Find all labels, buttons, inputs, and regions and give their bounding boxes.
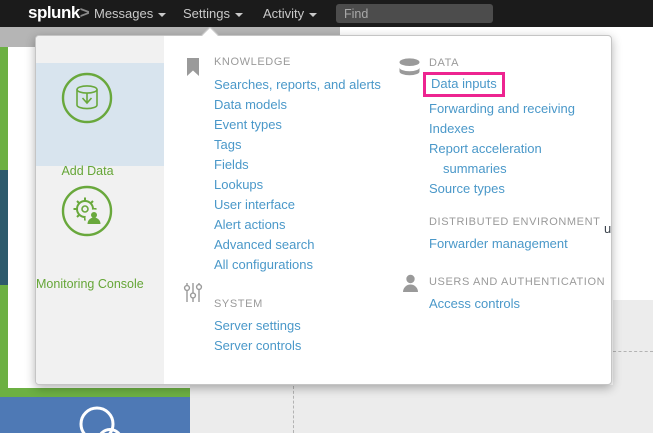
menu-settings[interactable]: Settings	[183, 6, 243, 21]
background-dropzone-bottom	[190, 385, 653, 433]
distributed-links: Forwarder management	[429, 234, 568, 254]
menu-item-event-types[interactable]: Event types	[214, 115, 381, 135]
menu-item-server-settings[interactable]: Server settings	[214, 316, 301, 336]
menu-item-indexes[interactable]: Indexes	[429, 119, 581, 139]
settings-dropdown-panel: Add Data	[35, 35, 612, 385]
menu-messages-label: Messages	[94, 6, 153, 21]
top-navigation-bar: splunk> Messages Settings Activity	[0, 0, 653, 27]
menu-item-forwarder-management[interactable]: Forwarder management	[429, 234, 568, 254]
background-dashed-divider-horizontal	[613, 351, 653, 352]
background-green-strip-bottom	[0, 285, 8, 388]
chevron-down-icon	[158, 13, 166, 17]
menu-settings-label: Settings	[183, 6, 230, 21]
background-green-strip-top	[0, 47, 8, 170]
menu-item-advanced-search[interactable]: Advanced search	[214, 235, 381, 255]
user-icon	[402, 274, 419, 293]
add-data-tile[interactable]: Add Data	[36, 63, 164, 166]
monitoring-console-tile[interactable]: Monitoring Console	[36, 176, 164, 281]
users-links: Access controls	[429, 294, 520, 314]
monitoring-console-icon	[61, 185, 113, 237]
splunk-logo[interactable]: splunk>	[28, 3, 89, 23]
section-title-knowledge: KNOWLEDGE	[214, 56, 291, 68]
menu-item-report-acceleration-summaries[interactable]: Report acceleration summaries	[429, 139, 581, 179]
sliders-icon	[183, 282, 203, 303]
chevron-down-icon	[309, 13, 317, 17]
menu-item-all-configurations[interactable]: All configurations	[214, 255, 381, 275]
menu-item-tags[interactable]: Tags	[214, 135, 381, 155]
section-title-data: DATA	[429, 57, 459, 69]
monitoring-console-label: Monitoring Console	[36, 277, 139, 291]
section-title-system: SYSTEM	[214, 298, 263, 310]
splunk-logo-chevron: >	[80, 3, 89, 22]
background-dashed-divider-vertical	[293, 386, 294, 433]
menu-item-data-models[interactable]: Data models	[214, 95, 381, 115]
settings-tiles-column: Add Data	[36, 36, 164, 384]
menu-item-server-controls[interactable]: Server controls	[214, 336, 301, 356]
find-search-input[interactable]	[336, 4, 493, 23]
search-app-icon	[0, 397, 190, 433]
menu-item-data-inputs[interactable]: Data inputs	[431, 75, 497, 93]
bookmark-icon	[186, 58, 200, 77]
section-title-users-authentication: USERS AND AUTHENTICATION	[429, 276, 605, 288]
menu-item-access-controls[interactable]: Access controls	[429, 294, 520, 314]
section-title-distributed-environment: DISTRIBUTED ENVIRONMENT	[429, 216, 600, 228]
menu-item-alert-actions[interactable]: Alert actions	[214, 215, 381, 235]
menu-item-lookups[interactable]: Lookups	[214, 175, 381, 195]
menu-item-searches-reports-alerts[interactable]: Searches, reports, and alerts	[214, 75, 381, 95]
data-inputs-highlight-box: Data inputs	[423, 72, 505, 97]
background-green-bar	[0, 388, 190, 397]
menu-item-fields[interactable]: Fields	[214, 155, 381, 175]
menu-item-user-interface[interactable]: User interface	[214, 195, 381, 215]
splunk-app-window: u splunk> Messages Settings Activity Add…	[0, 0, 653, 433]
knowledge-links: Searches, reports, and alerts Data model…	[214, 75, 381, 275]
background-clipped-text: u	[604, 221, 611, 236]
menu-item-forwarding-receiving[interactable]: Forwarding and receiving	[429, 99, 581, 119]
search-app-tile[interactable]	[0, 397, 190, 433]
menu-activity[interactable]: Activity	[263, 6, 317, 21]
menu-activity-label: Activity	[263, 6, 304, 21]
add-data-icon	[61, 72, 113, 124]
data-links: Forwarding and receiving Indexes Report …	[429, 99, 581, 199]
system-links: Server settings Server controls	[214, 316, 301, 356]
chevron-down-icon	[235, 13, 243, 17]
database-icon	[398, 58, 421, 76]
menu-messages[interactable]: Messages	[94, 6, 166, 21]
splunk-logo-text: splunk	[28, 3, 80, 22]
menu-item-source-types[interactable]: Source types	[429, 179, 581, 199]
background-teal-strip	[0, 170, 8, 285]
